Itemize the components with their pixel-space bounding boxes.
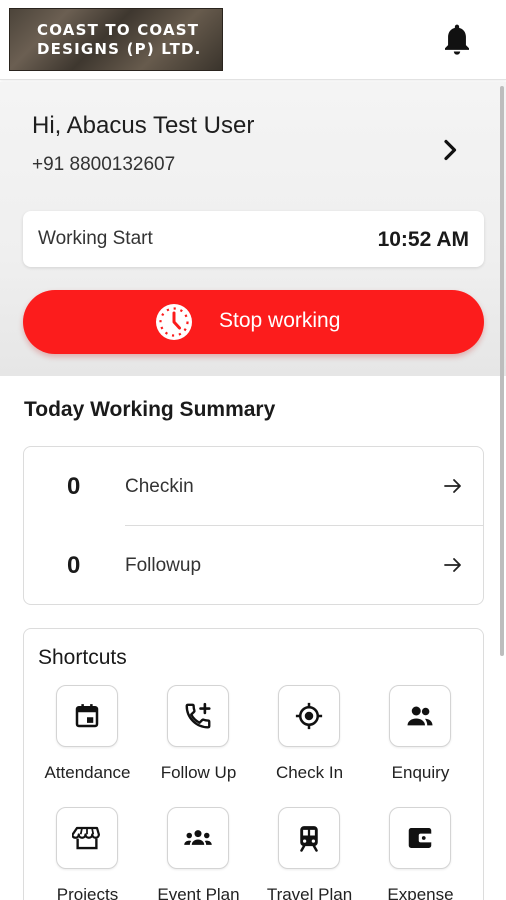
clock-icon <box>155 303 193 341</box>
shortcut-follow-up[interactable]: Follow Up <box>143 685 254 795</box>
checkin-count: 0 <box>67 473 81 500</box>
checkin-label: Checkin <box>125 476 194 497</box>
notification-bell-icon[interactable] <box>441 22 473 58</box>
company-logo: COAST TO COAST DESIGNS (P) LTD. <box>9 8 223 71</box>
summary-row-followup[interactable]: 0 Followup <box>24 526 483 604</box>
shortcut-label: Attendance <box>44 763 131 782</box>
shortcut-projects[interactable]: Projects <box>32 807 143 900</box>
calendar-icon <box>56 685 118 747</box>
working-start-time: 10:52 AM <box>377 228 469 251</box>
arrow-right-icon <box>443 556 463 574</box>
profile-header-panel: Hi, Abacus Test User +91 8800132607 Work… <box>0 82 506 376</box>
followup-count: 0 <box>67 552 81 579</box>
shortcut-travel-plan[interactable]: Travel Plan <box>254 807 365 900</box>
shortcut-label: Travel Plan <box>266 885 353 900</box>
shortcut-label: Follow Up <box>160 763 237 782</box>
group-icon <box>167 807 229 869</box>
shortcut-label: Check In <box>275 763 344 782</box>
logo-line-1: COAST TO COAST <box>37 20 200 39</box>
summary-card: 0 Checkin 0 Followup <box>23 446 484 605</box>
shortcut-attendance[interactable]: Attendance <box>32 685 143 795</box>
shortcut-enquiry[interactable]: Enquiry <box>365 685 476 795</box>
shortcuts-card: Shortcuts Attendance Follow Up Check In … <box>23 628 484 900</box>
shortcut-label: Event Plan <box>157 885 240 900</box>
summary-title: Today Working Summary <box>24 398 276 421</box>
train-icon <box>278 807 340 869</box>
stop-working-label: Stop working <box>219 309 341 332</box>
phone-add-icon <box>167 685 229 747</box>
arrow-right-icon <box>443 477 463 495</box>
people-icon <box>389 685 451 747</box>
shortcut-label: Enquiry <box>391 763 450 782</box>
working-start-label: Working Start <box>38 228 153 249</box>
shortcut-label: Projects <box>56 885 119 900</box>
working-start-card: Working Start 10:52 AM <box>23 211 484 267</box>
shortcut-expense[interactable]: Expense <box>365 807 476 900</box>
app-screen: COAST TO COAST DESIGNS (P) LTD. Hi, Abac… <box>0 0 506 900</box>
location-target-icon <box>278 685 340 747</box>
top-app-bar: COAST TO COAST DESIGNS (P) LTD. <box>0 0 506 80</box>
shortcut-check-in[interactable]: Check In <box>254 685 365 795</box>
user-phone: +91 8800132607 <box>32 154 176 175</box>
wallet-icon <box>389 807 451 869</box>
shortcut-event-plan[interactable]: Event Plan <box>143 807 254 900</box>
stop-working-button[interactable]: Stop working <box>23 290 484 354</box>
shortcut-label: Expense <box>387 885 454 900</box>
shortcuts-title: Shortcuts <box>38 646 127 669</box>
user-greeting: Hi, Abacus Test User <box>32 112 255 139</box>
chevron-right-icon[interactable] <box>438 138 462 162</box>
followup-label: Followup <box>125 555 202 576</box>
summary-row-checkin[interactable]: 0 Checkin <box>24 447 483 525</box>
store-icon <box>56 807 118 869</box>
scrollbar[interactable] <box>500 86 504 656</box>
logo-line-2: DESIGNS (P) LTD. <box>37 39 202 58</box>
